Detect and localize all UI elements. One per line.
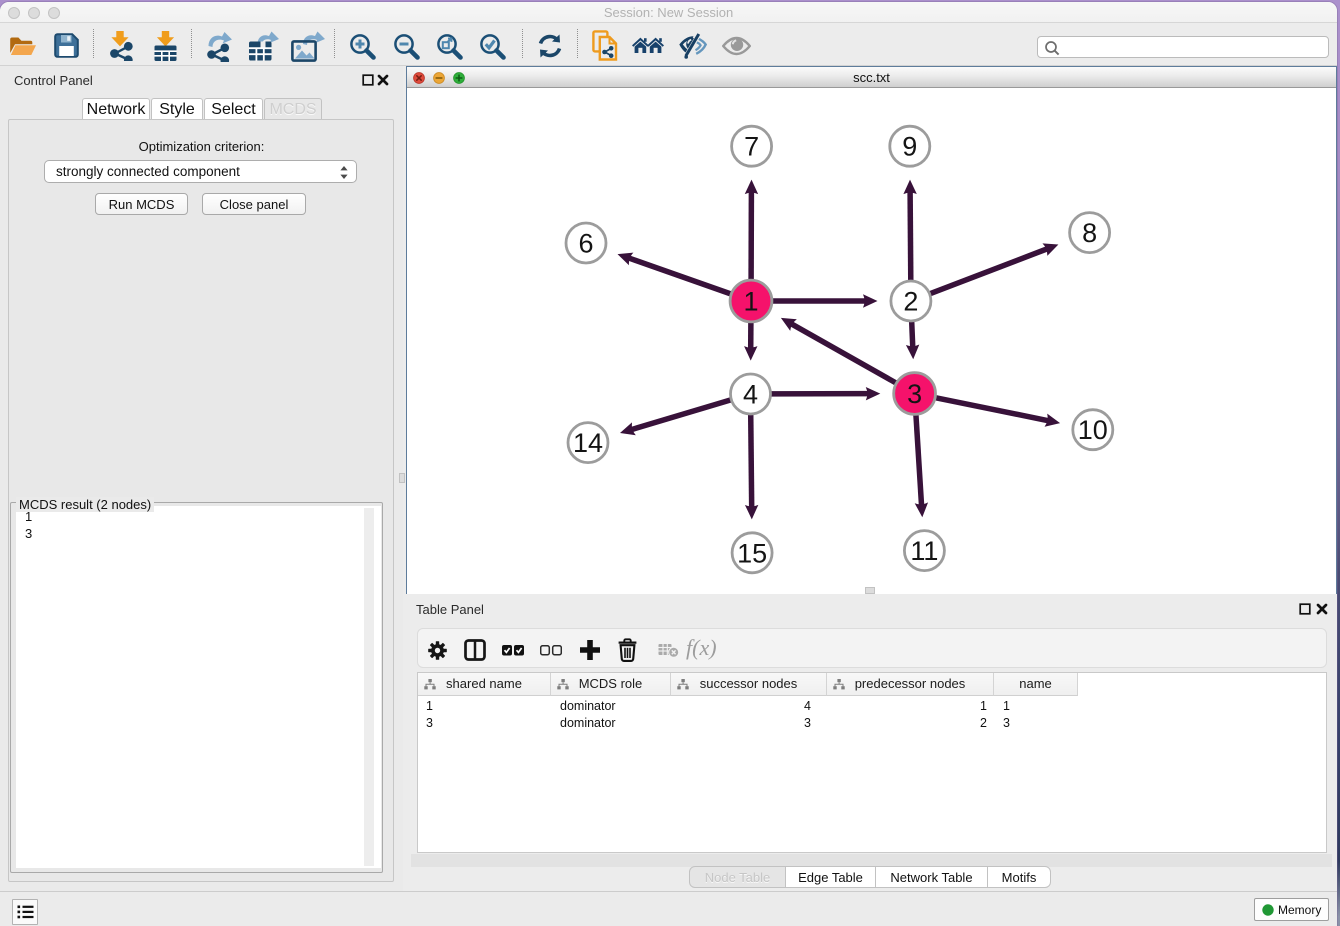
svg-text:14: 14: [573, 428, 603, 458]
svg-text:1: 1: [743, 287, 758, 317]
svg-text:10: 10: [1078, 415, 1108, 445]
svg-text:2: 2: [903, 287, 918, 317]
svg-text:6: 6: [578, 229, 593, 259]
svg-text:8: 8: [1082, 218, 1097, 248]
svg-text:9: 9: [902, 132, 917, 162]
svg-text:3: 3: [907, 379, 922, 409]
svg-text:15: 15: [737, 538, 767, 568]
svg-text:11: 11: [910, 536, 938, 566]
svg-text:4: 4: [743, 380, 758, 410]
svg-text:7: 7: [744, 132, 759, 162]
